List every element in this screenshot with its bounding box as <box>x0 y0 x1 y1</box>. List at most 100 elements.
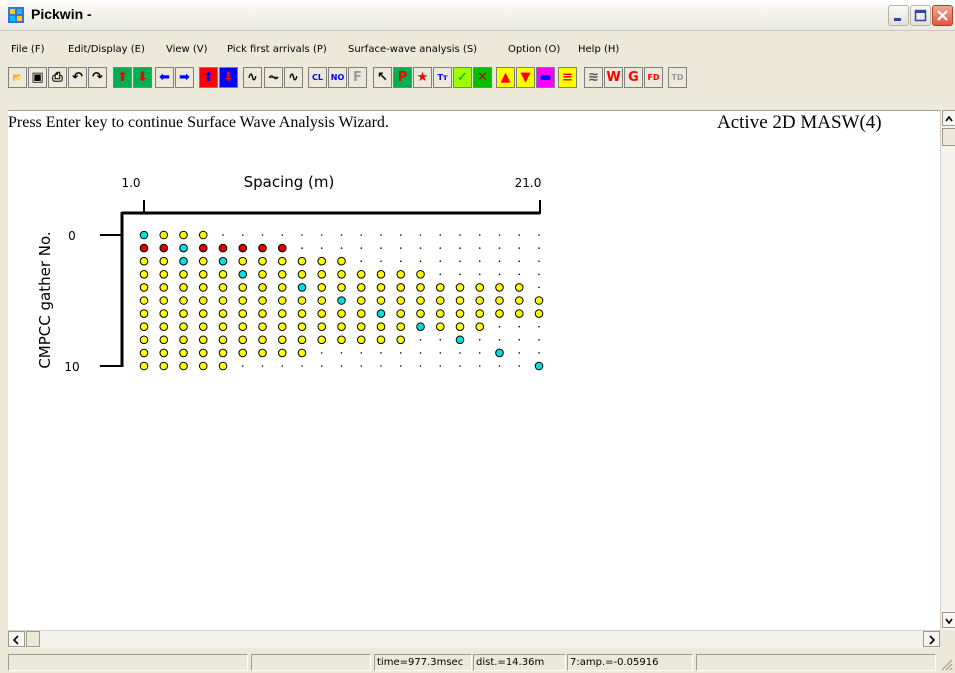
empty-point <box>419 234 422 236</box>
scroll-down-button[interactable] <box>942 612 955 628</box>
scroll-right-button[interactable] <box>923 631 940 647</box>
empty-point <box>261 234 264 236</box>
data-point <box>198 230 208 240</box>
status-pane-1 <box>8 654 248 671</box>
empty-point <box>241 234 244 236</box>
data-point <box>139 296 149 305</box>
scroll-thumb-horizontal[interactable] <box>26 631 40 647</box>
data-point <box>356 283 366 292</box>
data-point <box>238 309 248 318</box>
data-point <box>198 270 208 279</box>
x-axis-label: Spacing (m) <box>244 173 335 191</box>
empty-point <box>518 325 521 328</box>
data-point <box>435 322 445 332</box>
empty-point <box>538 234 540 236</box>
data-point <box>277 348 287 358</box>
empty-point <box>261 365 264 367</box>
data-point <box>258 256 267 266</box>
data-point <box>317 283 327 292</box>
empty-point <box>320 234 323 236</box>
data-point <box>435 283 445 292</box>
empty-point <box>518 273 521 276</box>
empty-point <box>459 352 461 354</box>
data-point <box>218 309 228 318</box>
empty-point <box>241 365 244 367</box>
empty-point <box>380 234 382 236</box>
data-point <box>376 335 386 345</box>
empty-point <box>538 260 540 263</box>
empty-point <box>538 325 540 328</box>
status-amplitude: 7:amp.=-0.05916 <box>567 654 693 671</box>
empty-point <box>380 365 382 367</box>
empty-point <box>399 260 402 263</box>
empty-point <box>380 260 382 263</box>
y-tick-label-10: 10 <box>64 360 79 374</box>
data-point <box>159 335 169 345</box>
empty-point <box>478 273 481 276</box>
empty-point <box>439 273 442 276</box>
data-point <box>396 270 406 279</box>
empty-point <box>538 247 540 249</box>
data-point <box>376 296 386 305</box>
empty-point <box>301 365 303 367</box>
data-point <box>396 335 406 345</box>
empty-point <box>478 234 481 236</box>
data-point <box>396 283 406 292</box>
empty-point <box>498 260 501 263</box>
chart-points <box>139 230 544 371</box>
data-point <box>534 296 544 305</box>
data-point <box>534 361 544 371</box>
data-point <box>455 309 465 318</box>
data-point <box>179 230 188 240</box>
data-point <box>238 283 248 292</box>
data-point <box>455 322 465 332</box>
empty-point <box>439 339 442 341</box>
empty-point <box>478 339 481 341</box>
data-point <box>337 296 346 305</box>
data-point <box>159 243 169 253</box>
data-point <box>356 335 366 345</box>
empty-point <box>459 273 461 276</box>
empty-point <box>419 339 422 341</box>
scroll-up-button[interactable] <box>942 110 955 126</box>
vertical-scrollbar[interactable] <box>940 110 955 630</box>
empty-point <box>538 273 540 276</box>
data-point <box>297 296 307 305</box>
data-point <box>218 296 228 305</box>
data-point <box>159 270 169 279</box>
empty-point <box>498 247 501 249</box>
scroll-thumb[interactable] <box>942 128 955 146</box>
data-point <box>416 283 425 292</box>
data-point <box>159 348 169 358</box>
data-point <box>337 309 346 318</box>
empty-point <box>281 365 284 367</box>
data-point <box>159 322 169 332</box>
data-point <box>376 309 386 318</box>
x-tick-label-1: 1.0 <box>121 176 140 190</box>
empty-point <box>301 234 303 236</box>
data-point <box>258 348 267 358</box>
data-point <box>514 283 524 292</box>
data-point <box>475 309 485 318</box>
data-point <box>198 348 208 358</box>
empty-point <box>222 234 224 236</box>
empty-point <box>281 234 284 236</box>
empty-point <box>538 352 540 354</box>
resize-grip-icon[interactable] <box>939 657 953 671</box>
empty-point <box>459 234 461 236</box>
horizontal-scrollbar[interactable] <box>8 630 940 648</box>
data-point <box>139 230 149 240</box>
data-point <box>297 322 307 332</box>
empty-point <box>399 234 402 236</box>
data-point <box>337 256 346 266</box>
scroll-left-button[interactable] <box>8 631 25 647</box>
empty-point <box>478 365 481 367</box>
data-point <box>238 348 248 358</box>
data-point <box>356 296 366 305</box>
data-point <box>337 322 346 332</box>
data-point <box>396 322 406 332</box>
data-point <box>198 309 208 318</box>
empty-point <box>498 339 501 341</box>
empty-point <box>340 234 343 236</box>
data-point <box>179 256 188 266</box>
